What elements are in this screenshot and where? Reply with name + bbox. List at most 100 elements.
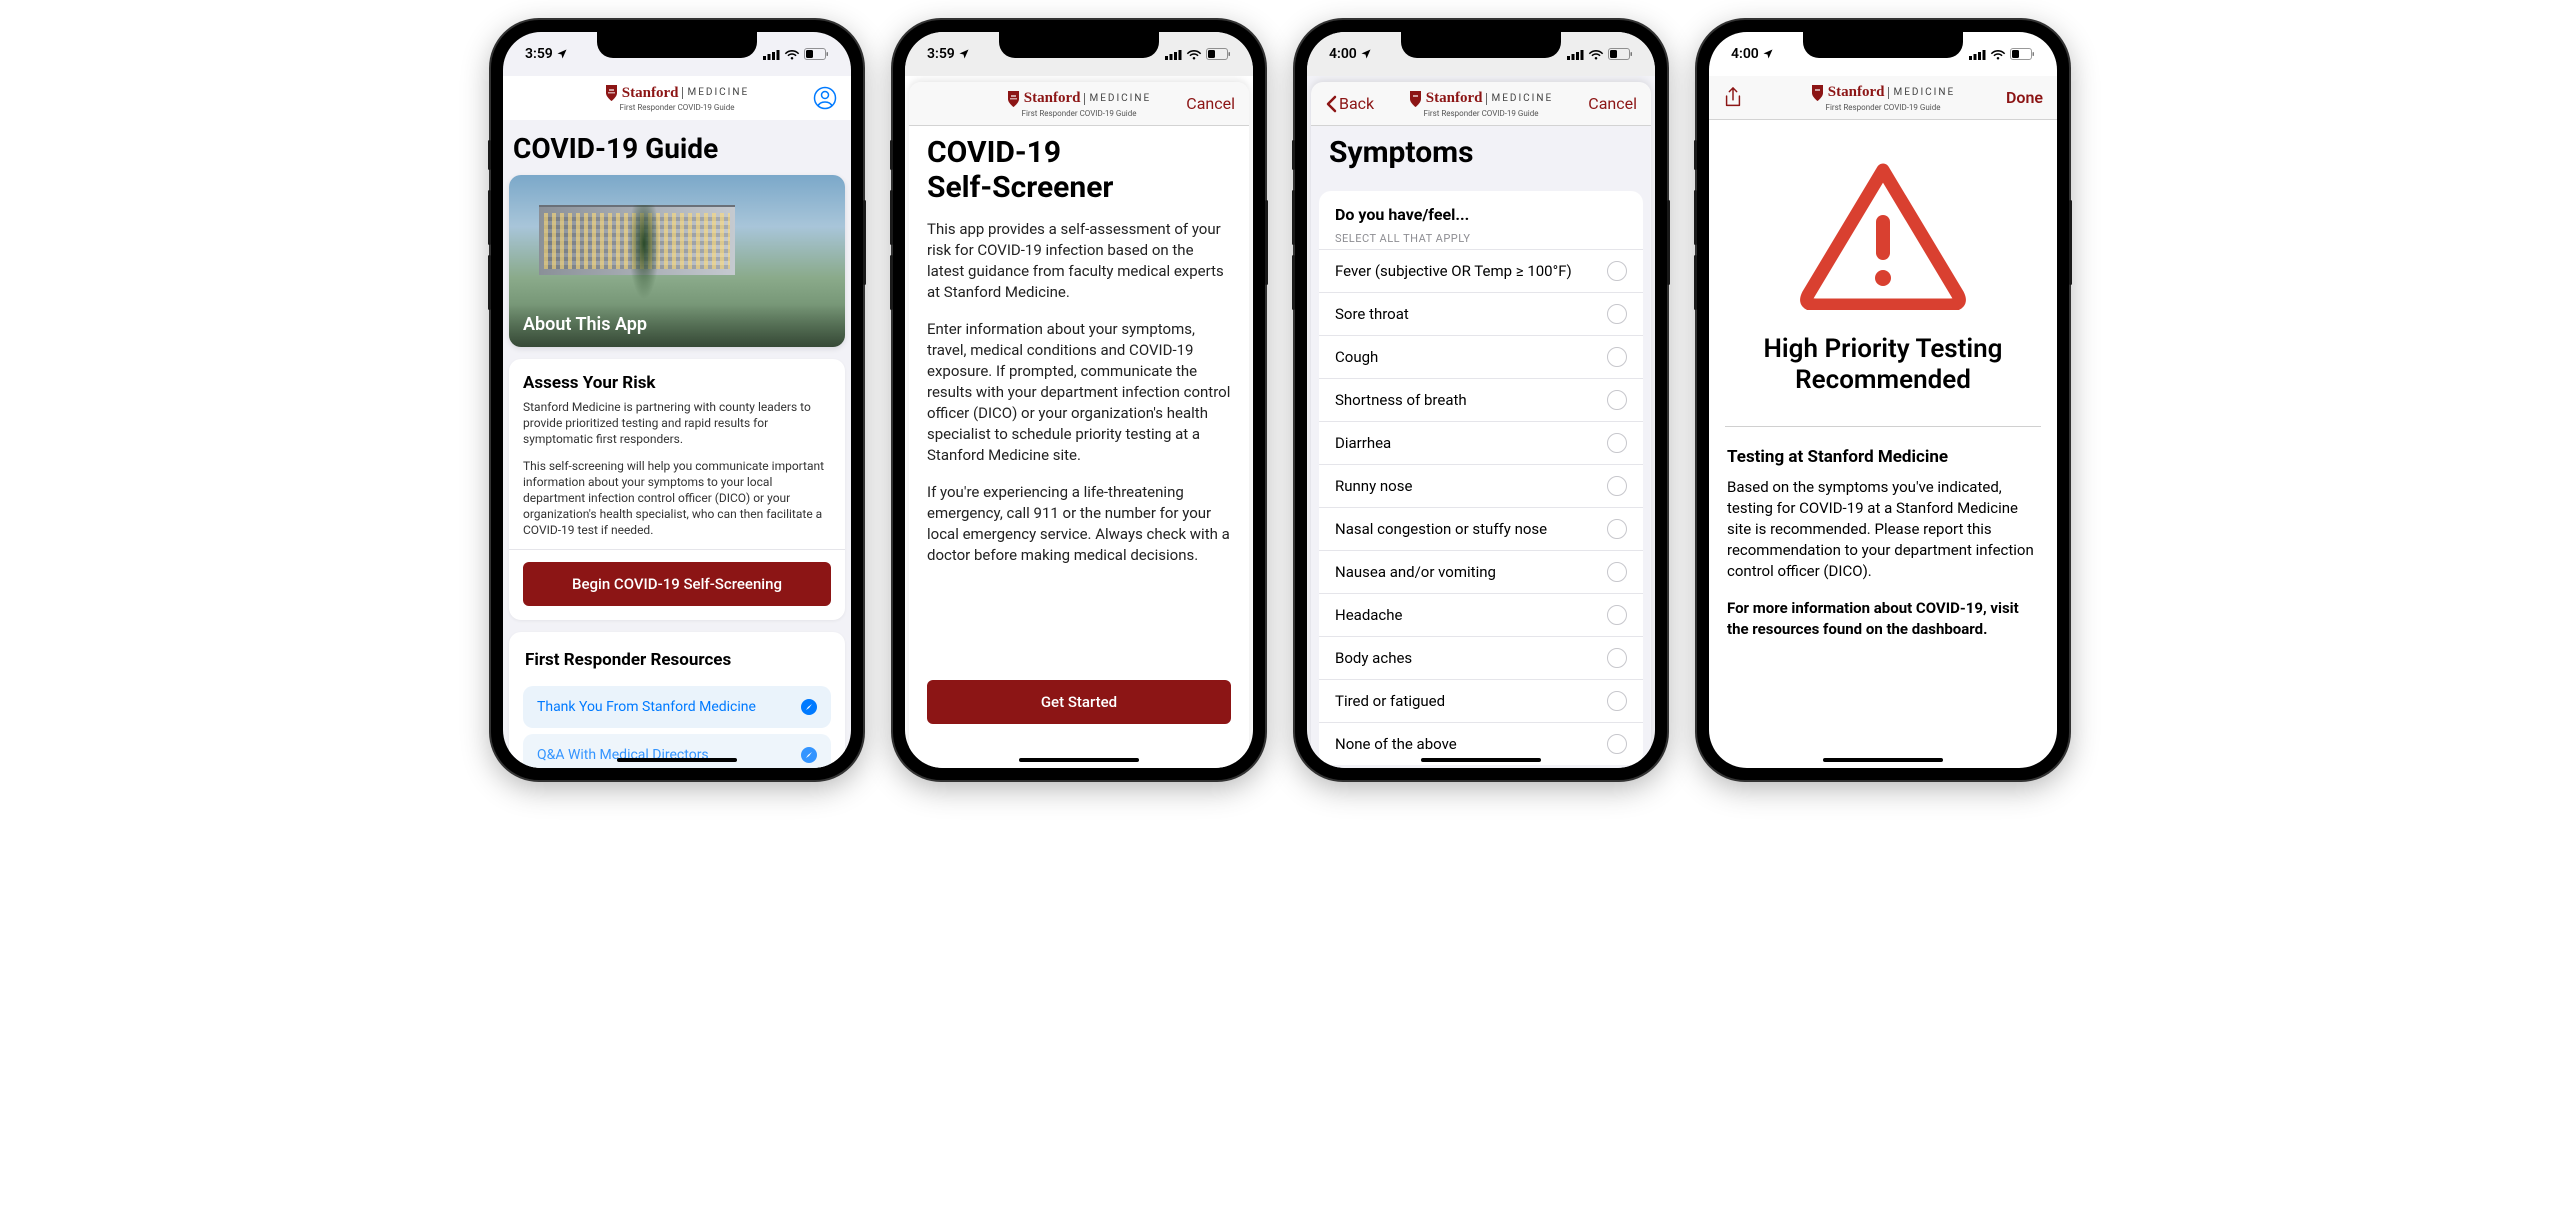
resources-card: First Responder Resources Thank You From… bbox=[509, 632, 845, 769]
phone-2: 3:59 Stanford MEDICINE First Resp bbox=[893, 20, 1265, 780]
brand-header: Stanford MEDICINE First Responder COVID-… bbox=[1007, 90, 1151, 118]
radio-circle-icon bbox=[1607, 304, 1627, 324]
warning-triangle-icon bbox=[1798, 160, 1968, 310]
home-content: COVID-19 Guide About This App Assess You… bbox=[503, 120, 851, 768]
page-title: COVID-19 Guide bbox=[503, 120, 851, 175]
wifi-icon bbox=[1990, 49, 2006, 60]
symptom-label: Nausea and/or vomiting bbox=[1335, 563, 1496, 581]
symptom-row[interactable]: Body aches bbox=[1319, 636, 1643, 679]
symptom-row[interactable]: Diarrhea bbox=[1319, 421, 1643, 464]
symptom-row[interactable]: Tired or fatigued bbox=[1319, 679, 1643, 722]
resource-item-thank-you[interactable]: Thank You From Stanford Medicine bbox=[523, 686, 831, 728]
symptom-label: Sore throat bbox=[1335, 305, 1409, 323]
radio-circle-icon bbox=[1607, 261, 1627, 281]
brand-header: Stanford MEDICINE First Responder COVID-… bbox=[1811, 84, 1955, 112]
assess-p2: This self-screening will help you commun… bbox=[523, 458, 831, 539]
symptom-row[interactable]: Nasal congestion or stuffy nose bbox=[1319, 507, 1643, 550]
compass-icon bbox=[801, 699, 817, 715]
resource-item-qa[interactable]: Q&A With Medical Directors bbox=[523, 734, 831, 769]
wifi-icon bbox=[1588, 49, 1604, 60]
profile-icon[interactable] bbox=[813, 86, 837, 110]
home-indicator[interactable] bbox=[1421, 758, 1541, 762]
status-icons bbox=[763, 48, 829, 60]
stanford-shield-icon bbox=[1811, 84, 1824, 102]
symptom-row[interactable]: Nausea and/or vomiting bbox=[1319, 550, 1643, 593]
symptoms-title: Symptoms bbox=[1311, 126, 1651, 179]
symptom-row[interactable]: Cough bbox=[1319, 335, 1643, 378]
screen-screener-intro: 3:59 Stanford MEDICINE First Resp bbox=[905, 32, 1253, 768]
stanford-shield-icon bbox=[1007, 90, 1020, 108]
location-arrow-icon bbox=[1360, 48, 1372, 60]
result-title: High Priority Testing Recommended bbox=[1727, 334, 2039, 396]
compass-icon bbox=[801, 747, 817, 763]
radio-circle-icon bbox=[1607, 562, 1627, 582]
phone-4: 4:00 Stanford MEDICINE First Responder C… bbox=[1697, 20, 2069, 780]
result-p2: For more information about COVID-19, vis… bbox=[1727, 598, 2039, 640]
chevron-left-icon bbox=[1325, 95, 1337, 113]
screen-home: 3:59 Stanford MEDICINE First Responder C… bbox=[503, 32, 851, 768]
symptom-label: Cough bbox=[1335, 348, 1378, 366]
stanford-shield-icon bbox=[605, 84, 618, 102]
symptom-label: Tired or fatigued bbox=[1335, 692, 1445, 710]
cancel-button[interactable]: Cancel bbox=[1186, 94, 1235, 113]
done-button[interactable]: Done bbox=[2006, 88, 2043, 107]
cellular-icon bbox=[1567, 49, 1584, 60]
radio-circle-icon bbox=[1607, 519, 1627, 539]
cellular-icon bbox=[763, 49, 780, 60]
status-time: 3:59 bbox=[927, 46, 955, 62]
symptom-label: None of the above bbox=[1335, 735, 1457, 753]
stanford-shield-icon bbox=[1409, 90, 1422, 108]
hero-overlay-label: About This App bbox=[509, 304, 845, 347]
result-p1: Based on the symptoms you've indicated, … bbox=[1727, 477, 2039, 582]
location-arrow-icon bbox=[958, 48, 970, 60]
screener-title: COVID-19Self-Screener bbox=[909, 126, 1249, 213]
get-started-button[interactable]: Get Started bbox=[927, 680, 1231, 724]
radio-circle-icon bbox=[1607, 648, 1627, 668]
location-arrow-icon bbox=[556, 48, 568, 60]
radio-circle-icon bbox=[1607, 476, 1627, 496]
symptom-label: Shortness of breath bbox=[1335, 391, 1467, 409]
nav-bar: Back Stanford MEDICINE First Responder C… bbox=[1311, 82, 1651, 126]
about-hero-card[interactable]: About This App bbox=[509, 175, 845, 347]
radio-circle-icon bbox=[1607, 433, 1627, 453]
symptom-list-card: Do you have/feel... SELECT ALL THAT APPL… bbox=[1319, 191, 1643, 765]
symptom-label: Headache bbox=[1335, 606, 1403, 624]
wifi-icon bbox=[1186, 49, 1202, 60]
symptom-row[interactable]: Headache bbox=[1319, 593, 1643, 636]
symptom-row[interactable]: Sore throat bbox=[1319, 292, 1643, 335]
location-arrow-icon bbox=[1762, 48, 1774, 60]
status-time: 3:59 bbox=[525, 46, 568, 62]
resources-title: First Responder Resources bbox=[509, 646, 845, 680]
symptom-hint: SELECT ALL THAT APPLY bbox=[1335, 232, 1627, 245]
cancel-button[interactable]: Cancel bbox=[1588, 94, 1637, 113]
symptom-row[interactable]: Runny nose bbox=[1319, 464, 1643, 507]
begin-screening-button[interactable]: Begin COVID-19 Self-Screening bbox=[523, 562, 831, 606]
share-icon[interactable] bbox=[1723, 87, 1743, 109]
result-subheading: Testing at Stanford Medicine bbox=[1727, 447, 2039, 467]
radio-circle-icon bbox=[1607, 347, 1627, 367]
brand-header: Stanford MEDICINE First Responder COVID-… bbox=[605, 84, 749, 112]
home-indicator[interactable] bbox=[1019, 758, 1139, 762]
symptom-prompt: Do you have/feel... bbox=[1335, 205, 1627, 224]
home-indicator[interactable] bbox=[1823, 758, 1943, 762]
resource-label: Thank You From Stanford Medicine bbox=[537, 699, 756, 715]
home-indicator[interactable] bbox=[617, 758, 737, 762]
battery-icon bbox=[1608, 48, 1633, 60]
screener-body: This app provides a self-assessment of y… bbox=[909, 213, 1249, 588]
phone-1: 3:59 Stanford MEDICINE First Responder C… bbox=[491, 20, 863, 780]
assess-title: Assess Your Risk bbox=[523, 373, 831, 393]
back-button[interactable]: Back bbox=[1325, 94, 1374, 113]
screen-symptoms: 4:00 Back Stanford bbox=[1307, 32, 1655, 768]
assess-card: Assess Your Risk Stanford Medicine is pa… bbox=[509, 359, 845, 620]
cellular-icon bbox=[1165, 49, 1182, 60]
symptom-row[interactable]: Shortness of breath bbox=[1319, 378, 1643, 421]
radio-circle-icon bbox=[1607, 605, 1627, 625]
symptom-row[interactable]: Fever (subjective OR Temp ≥ 100°F) bbox=[1319, 249, 1643, 292]
battery-icon bbox=[2010, 48, 2035, 60]
radio-circle-icon bbox=[1607, 734, 1627, 754]
symptom-label: Nasal congestion or stuffy nose bbox=[1335, 520, 1547, 538]
result-content: High Priority Testing Recommended Testin… bbox=[1709, 120, 2057, 768]
cellular-icon bbox=[1969, 49, 1986, 60]
phone-3: 4:00 Back Stanford bbox=[1295, 20, 1667, 780]
radio-circle-icon bbox=[1607, 691, 1627, 711]
